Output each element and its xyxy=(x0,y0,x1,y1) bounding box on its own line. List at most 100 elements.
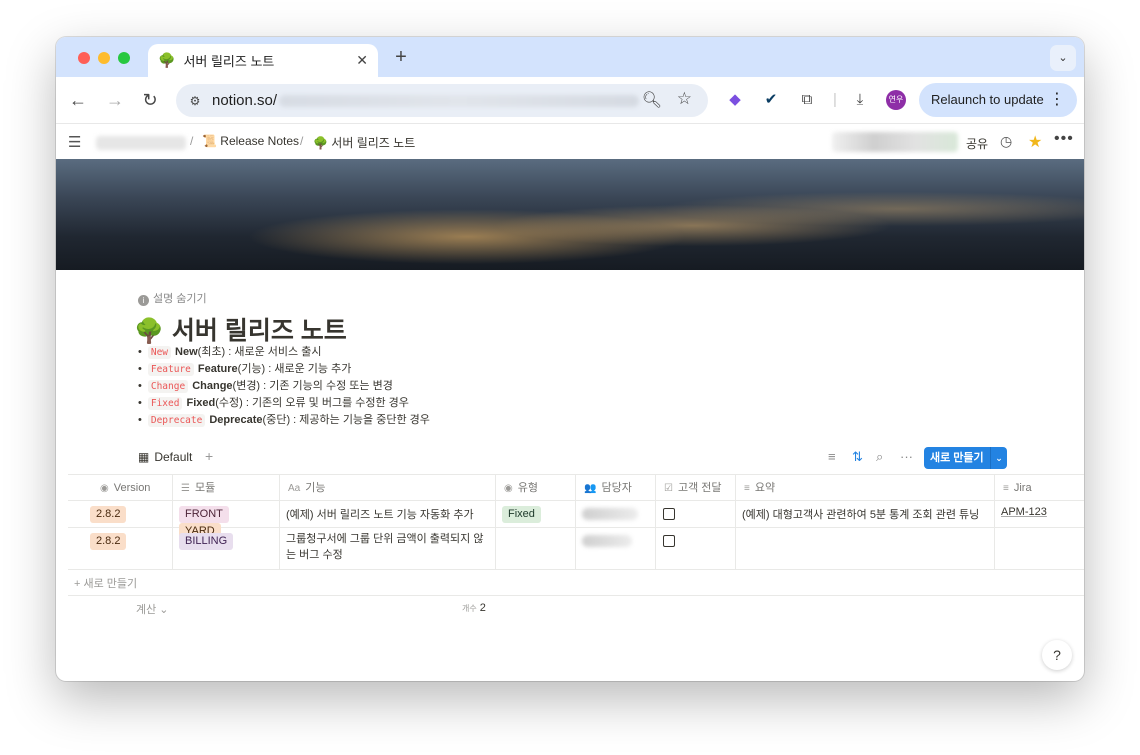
search-icon[interactable]: ⌕ xyxy=(876,449,883,465)
chevron-down-icon: ⌄ xyxy=(156,604,169,616)
url-redacted xyxy=(279,94,640,107)
cell-feature[interactable]: (예제) 서버 릴리즈 노트 기능 자동화 추가 xyxy=(280,501,496,527)
column-header-feature[interactable]: Aa 기능 xyxy=(280,475,496,501)
chevron-down-icon[interactable]: ⌄ xyxy=(990,447,1007,469)
sort-icon[interactable]: ⇅ xyxy=(852,449,863,465)
download-icon[interactable]: ⤓ xyxy=(849,89,871,111)
cell-module[interactable]: FRONTYARD xyxy=(173,501,280,540)
cell-assignee[interactable] xyxy=(576,528,656,569)
tree-icon: 🌳 xyxy=(134,318,164,345)
history-clock-icon[interactable]: ◷ xyxy=(1000,133,1012,150)
cell-jira: APM-123 xyxy=(995,501,1084,527)
scroll-icon: 📜 xyxy=(202,134,217,148)
address-bar[interactable]: ⚙ notion.so/ 🔍︎ ☆ xyxy=(176,84,708,117)
module-tag: FRONT xyxy=(179,506,229,523)
legend-list: • New New(최초) : 새로운 서비스 출시 • Feature Feature… xyxy=(138,344,430,429)
cell-version[interactable]: 2.8.2 xyxy=(68,528,173,569)
column-header-assignee[interactable]: 👥 담당자 xyxy=(576,475,656,501)
notion-topbar: ☰ / 📜 Release Notes / 🌳 서버 릴리즈 노트 공유 ◷ ★… xyxy=(56,123,1084,159)
table-row[interactable]: 2.8.2 BILLING 그룹청구서에 그룹 단위 금액이 출력되지 않는 버… xyxy=(68,528,1084,570)
column-header-version[interactable]: ◉ Version xyxy=(68,475,173,501)
extension-lock-icon[interactable]: ◆ xyxy=(724,89,746,111)
list-item: • Change Change(변경) : 기존 기능의 수정 또는 변경 xyxy=(138,380,393,393)
new-record-button[interactable]: 새로 만들기 ⌄ xyxy=(924,447,1007,469)
cell-feature[interactable]: 그룹청구서에 그룹 단위 금액이 출력되지 않는 버그 수정 xyxy=(280,528,496,569)
tab-close-icon[interactable]: ✕ xyxy=(356,52,368,69)
cell-assignee[interactable] xyxy=(576,501,656,527)
profile-avatar[interactable]: 연우 xyxy=(886,90,906,110)
column-header-module[interactable]: ☰ 모듈 xyxy=(173,475,280,501)
jira-link[interactable]: APM-123 xyxy=(1001,506,1047,518)
bookmark-star-icon[interactable]: ☆ xyxy=(677,89,692,109)
new-tab-icon[interactable]: + xyxy=(390,46,412,68)
cell-jira[interactable] xyxy=(995,528,1084,569)
collaborators-redacted xyxy=(832,132,958,152)
breadcrumb-separator: / xyxy=(190,134,194,148)
tab-search-chevron-icon[interactable]: ⌄ xyxy=(1050,45,1076,71)
breadcrumb-release-notes[interactable]: 📜 Release Notes xyxy=(202,134,299,148)
tab-strip: 🌳 서버 릴리즈 노트 ✕ + ⌄ xyxy=(56,37,1084,77)
delivery-checkbox[interactable] xyxy=(663,535,675,547)
site-info-icon[interactable]: ⚙ xyxy=(186,92,204,110)
column-header-type[interactable]: ◉ 유형 xyxy=(496,475,576,501)
window-maximize-button[interactable] xyxy=(118,52,130,64)
forward-arrow-icon[interactable]: → xyxy=(103,88,127,112)
relaunch-label: Relaunch to update xyxy=(931,92,1044,107)
row-count[interactable]: 개수 2 xyxy=(462,602,486,614)
column-header-jira[interactable]: ≡ Jira xyxy=(995,475,1084,501)
cell-version[interactable]: 2.8.2 xyxy=(68,501,173,527)
relaunch-button[interactable]: Relaunch to update ⋮ xyxy=(919,83,1077,117)
view-tab-default[interactable]: ▦ Default xyxy=(138,450,192,464)
filter-icon[interactable]: ≡ xyxy=(828,449,836,464)
cell-type[interactable] xyxy=(496,528,576,569)
browser-tab[interactable]: 🌳 서버 릴리즈 노트 ✕ xyxy=(148,44,378,77)
more-options-icon[interactable]: ••• xyxy=(1054,130,1074,148)
calculate-label: 계산 xyxy=(136,604,157,616)
count-label: 개수 xyxy=(462,604,477,613)
table-row[interactable]: 2.8.2 FRONTYARD (예제) 서버 릴리즈 노트 기능 자동화 추가… xyxy=(68,501,1084,540)
db-more-icon[interactable]: ··· xyxy=(900,449,913,464)
page-cover-image xyxy=(56,159,1084,270)
tree-icon: 🌳 xyxy=(313,136,328,150)
add-view-icon[interactable]: + xyxy=(205,448,213,464)
type-tag: Fixed xyxy=(502,506,541,523)
list-item: • New New(최초) : 새로운 서비스 출시 xyxy=(138,346,322,359)
cell-type[interactable]: Fixed xyxy=(496,501,576,527)
calculate-dropdown[interactable]: 계산 ⌄ xyxy=(136,601,169,617)
breadcrumb-current-page[interactable]: 🌳 서버 릴리즈 노트 xyxy=(313,134,415,151)
version-tag: 2.8.2 xyxy=(90,506,127,523)
footer-divider xyxy=(68,595,1084,596)
extension-check-icon[interactable]: ✔ xyxy=(760,89,782,111)
zoom-icon[interactable]: 🔍︎ xyxy=(642,90,662,110)
window-minimize-button[interactable] xyxy=(98,52,110,64)
share-button[interactable]: 공유 xyxy=(966,135,988,152)
reload-icon[interactable]: ↻ xyxy=(138,88,162,112)
cell-summary[interactable]: (예제) 대형고객사 관련하여 5분 통계 조회 관련 튜닝 xyxy=(736,501,995,527)
breadcrumb-separator: / xyxy=(300,134,304,148)
browser-window: 🌳 서버 릴리즈 노트 ✕ + ⌄ ← → ↻ ⚙ notion.so/ 🔍︎ … xyxy=(56,37,1084,681)
sidebar-menu-icon[interactable]: ☰ xyxy=(68,133,81,151)
delivery-checkbox[interactable] xyxy=(663,508,675,520)
page-title[interactable]: 🌳 서버 릴리즈 노트 xyxy=(134,311,347,347)
count-value: 2 xyxy=(479,602,486,614)
url-text: notion.so/ xyxy=(212,92,278,109)
extensions-puzzle-icon[interactable]: ⧉ xyxy=(796,89,818,111)
table-icon: ▦ xyxy=(138,450,150,464)
help-button[interactable]: ? xyxy=(1042,640,1072,670)
cell-module[interactable]: BILLING xyxy=(173,528,280,569)
browser-menu-icon[interactable]: ⋮ xyxy=(1049,83,1065,117)
add-row-button[interactable]: + 새로 만들기 xyxy=(74,575,137,591)
window-close-button[interactable] xyxy=(78,52,90,64)
cell-customer-delivery xyxy=(656,501,736,527)
cell-summary[interactable] xyxy=(736,528,995,569)
browser-toolbar: ← → ↻ ⚙ notion.so/ 🔍︎ ☆ ◆ ✔ ⧉ | ⤓ 연우 Rel… xyxy=(56,77,1084,123)
breadcrumb-label: 서버 릴리즈 노트 xyxy=(331,136,416,150)
module-tag: BILLING xyxy=(179,533,234,550)
column-header-customer-delivery[interactable]: ☑ 고객 전달 xyxy=(656,475,736,501)
hide-description-button[interactable]: i 설명 숨기기 xyxy=(138,290,207,306)
column-header-summary[interactable]: ≡ 요약 xyxy=(736,475,995,501)
favorite-star-icon[interactable]: ★ xyxy=(1028,132,1042,152)
breadcrumb-label: Release Notes xyxy=(220,134,300,148)
back-arrow-icon[interactable]: ← xyxy=(66,88,90,112)
add-row-label: 새로 만들기 xyxy=(83,578,138,590)
